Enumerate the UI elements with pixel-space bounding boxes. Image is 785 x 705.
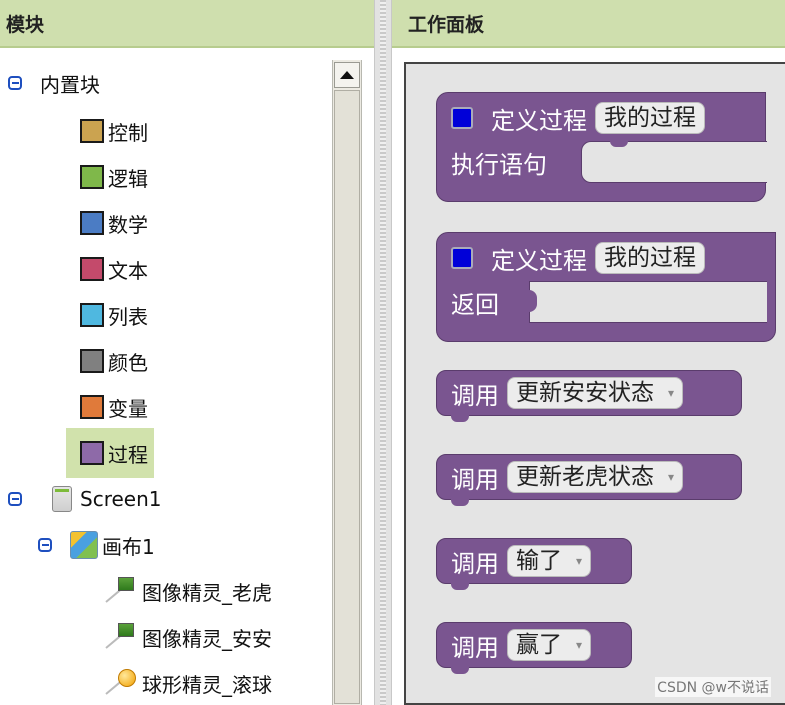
call-procedure-block[interactable]: 调用 输了 ▾	[436, 538, 632, 590]
category-control[interactable]: 控制	[80, 114, 148, 148]
block-keyword: 调用	[451, 633, 499, 662]
define-procedure-return-block[interactable]: 定义过程 我的过程 返回	[436, 232, 776, 342]
tree-item-sprite-anan[interactable]: 图像精灵_安安	[105, 620, 272, 654]
dropdown-value: 输了	[516, 548, 562, 574]
category-logic[interactable]: 逻辑	[80, 160, 148, 194]
collapse-icon[interactable]	[8, 76, 22, 90]
color-swatch-icon	[80, 119, 104, 143]
block-keyword: 调用	[451, 465, 499, 494]
procedure-name-field[interactable]: 我的过程	[595, 102, 705, 134]
category-text[interactable]: 文本	[80, 252, 148, 286]
category-procedures[interactable]: 过程	[66, 428, 154, 478]
ball-sprite-icon	[105, 669, 138, 697]
block-label: 执行语句	[451, 150, 547, 179]
workspace-panel: 工作面板 定义过程 我的过程 执行语句 定义过程 我的过程 返回 调用 更新安安…	[392, 0, 785, 705]
category-variables[interactable]: 变量	[80, 390, 148, 424]
category-lists[interactable]: 列表	[80, 298, 148, 332]
call-procedure-block[interactable]: 调用 更新安安状态 ▾	[436, 370, 742, 422]
call-procedure-block[interactable]: 调用 更新老虎状态 ▾	[436, 454, 742, 506]
color-swatch-icon	[80, 257, 104, 281]
scroll-thumb[interactable]	[334, 90, 360, 704]
image-sprite-icon	[105, 623, 138, 651]
category-label: 变量	[108, 396, 148, 421]
dropdown-caret-icon: ▾	[668, 386, 675, 400]
category-label: 颜色	[108, 350, 148, 375]
dropdown-caret-icon: ▾	[668, 470, 675, 484]
color-swatch-icon	[80, 165, 104, 189]
category-label: 逻辑	[108, 166, 148, 191]
tree-item-label: Screen1	[80, 487, 162, 511]
dropdown-caret-icon: ▾	[576, 638, 583, 652]
category-math[interactable]: 数学	[80, 206, 148, 240]
mutator-icon[interactable]	[451, 247, 473, 269]
category-label: 控制	[108, 120, 148, 145]
tree-item-label: 图像精灵_老虎	[142, 580, 272, 605]
block-keyword: 定义过程	[491, 246, 587, 275]
color-swatch-icon	[80, 349, 104, 373]
define-procedure-do-block[interactable]: 定义过程 我的过程 执行语句	[436, 92, 767, 202]
procedure-dropdown[interactable]: 输了 ▾	[507, 545, 592, 577]
tree-item-canvas1[interactable]: 画布1	[38, 528, 155, 562]
blocks-panel-header: 模块	[0, 0, 374, 48]
dropdown-caret-icon: ▾	[576, 554, 583, 568]
tree-item-label: 画布1	[102, 534, 155, 559]
category-label: 文本	[108, 258, 148, 283]
procedure-dropdown[interactable]: 更新安安状态 ▾	[507, 377, 684, 409]
workspace-panel-header: 工作面板	[392, 0, 785, 48]
screen-icon	[52, 486, 72, 512]
call-procedure-block[interactable]: 调用 赢了 ▾	[436, 622, 632, 674]
color-swatch-icon	[80, 395, 104, 419]
watermark: CSDN @w不说话	[655, 677, 771, 697]
procedure-dropdown[interactable]: 更新老虎状态 ▾	[507, 461, 684, 493]
collapse-icon[interactable]	[38, 538, 52, 552]
blocks-tree: 内置块 控制 逻辑 数学 文本 列表 颜色 变量 过程 Screen1 画布1 …	[0, 56, 332, 705]
tree-item-screen1[interactable]: Screen1	[8, 482, 161, 516]
blocks-panel: 模块 内置块 控制 逻辑 数学 文本 列表 颜色 变量 过程 Screen1 画…	[0, 0, 374, 705]
collapse-icon[interactable]	[8, 492, 22, 506]
dropdown-value: 更新安安状态	[516, 380, 654, 406]
category-label: 数学	[108, 212, 148, 237]
dropdown-value: 更新老虎状态	[516, 464, 654, 490]
tree-scrollbar[interactable]	[332, 60, 362, 705]
tree-item-label: 球形精灵_滚球	[142, 672, 272, 697]
tree-item-label: 图像精灵_安安	[142, 626, 272, 651]
image-sprite-icon	[105, 577, 138, 605]
color-swatch-icon	[80, 303, 104, 327]
dropdown-value: 赢了	[516, 632, 562, 658]
tree-item-ball-sprite[interactable]: 球形精灵_滚球	[105, 666, 272, 700]
value-input-slot[interactable]	[529, 281, 767, 323]
category-label: 过程	[108, 442, 148, 467]
blocks-workspace[interactable]: 定义过程 我的过程 执行语句 定义过程 我的过程 返回 调用 更新安安状态 ▾ …	[404, 62, 785, 705]
color-swatch-icon	[80, 441, 104, 465]
panel-splitter[interactable]	[374, 0, 392, 705]
tree-item-label: 内置块	[40, 72, 100, 97]
category-colors[interactable]: 颜色	[80, 344, 148, 378]
tree-item-sprite-tiger[interactable]: 图像精灵_老虎	[105, 574, 272, 608]
procedure-name-field[interactable]: 我的过程	[595, 242, 705, 274]
block-keyword: 定义过程	[491, 106, 587, 135]
block-keyword: 调用	[451, 381, 499, 410]
statement-slot[interactable]	[581, 141, 767, 183]
block-keyword: 调用	[451, 549, 499, 578]
category-label: 列表	[108, 304, 148, 329]
mutator-icon[interactable]	[451, 107, 473, 129]
tree-item-builtin[interactable]: 内置块	[8, 66, 100, 100]
block-label: 返回	[451, 290, 499, 319]
color-swatch-icon	[80, 211, 104, 235]
procedure-dropdown[interactable]: 赢了 ▾	[507, 629, 592, 661]
canvas-icon	[70, 531, 98, 559]
scroll-up-arrow-icon[interactable]	[334, 62, 360, 88]
